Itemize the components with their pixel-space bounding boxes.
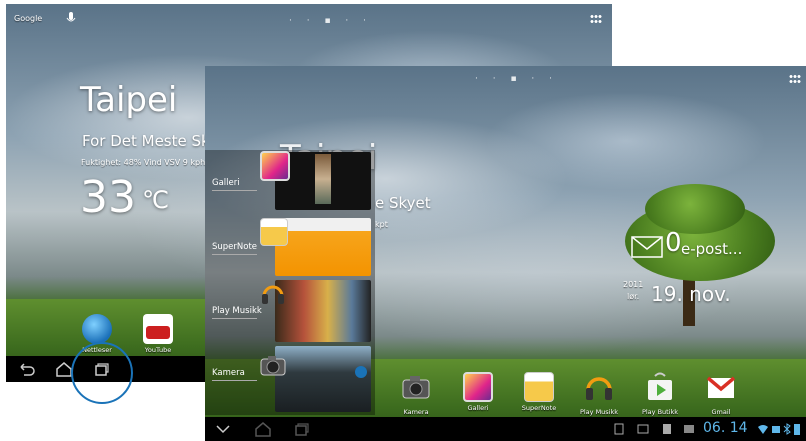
recent-app-label: SuperNote [212,242,258,252]
mail-envelope-icon [631,236,663,258]
dock-gmail[interactable]: Gmail [693,372,749,416]
dock-label: Play Butikk [641,408,679,416]
status-time[interactable]: 06. 14 [703,420,748,436]
temperature-unit: ℃ [142,186,169,214]
temperature-value: 33 [80,172,136,223]
dock-label: Kamera [403,408,429,416]
dock-galleri[interactable]: Galleri [450,372,506,412]
supernote-icon [524,372,554,402]
wifi-icon [758,425,768,434]
chevron-down-icon[interactable] [213,419,233,439]
kamera-thumbnail [275,346,371,412]
weather-city: Taipei [80,80,178,120]
recent-app-label: Galleri [212,178,240,188]
camera-icon [402,376,430,399]
all-apps-icon[interactable] [590,14,602,24]
front-home-screen: · · ▪ · · Taipei e Skyet kpt 0 e-post...… [205,66,806,441]
recent-app-play-musikk[interactable]: Play Musikk [205,276,375,342]
bluetooth-icon [783,423,791,435]
home-icon[interactable] [253,419,273,439]
back-icon[interactable] [16,359,36,379]
image-icon[interactable] [683,423,695,435]
mail-label[interactable]: e-post... [681,240,742,258]
recent-app-galleri[interactable]: Galleri [205,150,375,212]
date-weekday: lør. [627,292,640,301]
page-indicator: · · ▪ · · [475,74,558,84]
recent-app-label: Play Musikk [212,306,262,316]
play-musikk-thumbnail [275,280,371,342]
date-day: 19. nov. [651,282,731,306]
front-navigation-bar: 06. 14 [205,417,806,441]
gallery-icon [260,151,290,181]
dock-play-butikk[interactable]: Play Butikk [632,372,688,416]
youtube-icon [143,314,173,344]
recent-app-supernote[interactable]: SuperNote [205,212,375,276]
label-underline [212,254,257,255]
camera-icon [260,356,286,376]
dock-kamera[interactable]: Kamera [388,372,444,416]
headphones-icon [586,377,612,400]
weather-condition-tail: e Skyet [375,194,431,212]
tree-canopy-top [645,184,745,234]
screenshot-icon[interactable] [637,423,649,435]
gmail-icon [706,376,736,398]
recent-apps-highlight-circle [71,342,133,404]
app-label: YouTube [144,346,172,354]
file-icon[interactable] [661,423,673,435]
gallery-icon [463,372,493,402]
app-youtube[interactable]: YouTube [130,314,186,354]
play-store-icon [648,372,672,400]
dock-label: Galleri [467,404,489,412]
recent-apps-panel: Galleri SuperNote Play Musikk Kamera [205,150,375,415]
dock-label: SuperNote [521,404,557,412]
label-underline [212,190,257,191]
weather-details-tail: kpt [375,220,388,229]
label-underline [212,318,257,319]
recent-app-label: Kamera [212,368,245,378]
globe-icon [82,314,112,344]
headphones-icon [262,285,284,304]
recent-app-kamera[interactable]: Kamera [205,342,375,412]
all-apps-icon[interactable] [789,74,801,84]
dock-label: Gmail [711,408,731,416]
supernote-thumbnail [275,218,371,276]
dock-play-musikk[interactable]: Play Musikk [571,372,627,416]
google-search-label[interactable]: Google [14,14,42,23]
dock-battery-icon [772,426,780,433]
mic-icon[interactable] [66,11,76,25]
dock-supernote[interactable]: SuperNote [511,372,567,412]
label-underline [212,380,257,381]
supernote-icon [260,218,288,246]
weather-temperature: 33 ℃ [80,172,169,223]
notification-icon[interactable] [613,423,625,435]
page-indicator: · · ▪ · · [289,16,372,26]
battery-icon [794,424,800,435]
date-year: 2011 [623,280,644,289]
dock-label: Play Musikk [579,408,619,416]
weather-details: Fuktighet: 48% Vind VSV 9 kph [81,158,206,167]
recent-apps-icon[interactable] [291,419,311,439]
mail-count[interactable]: 0 [665,228,682,258]
